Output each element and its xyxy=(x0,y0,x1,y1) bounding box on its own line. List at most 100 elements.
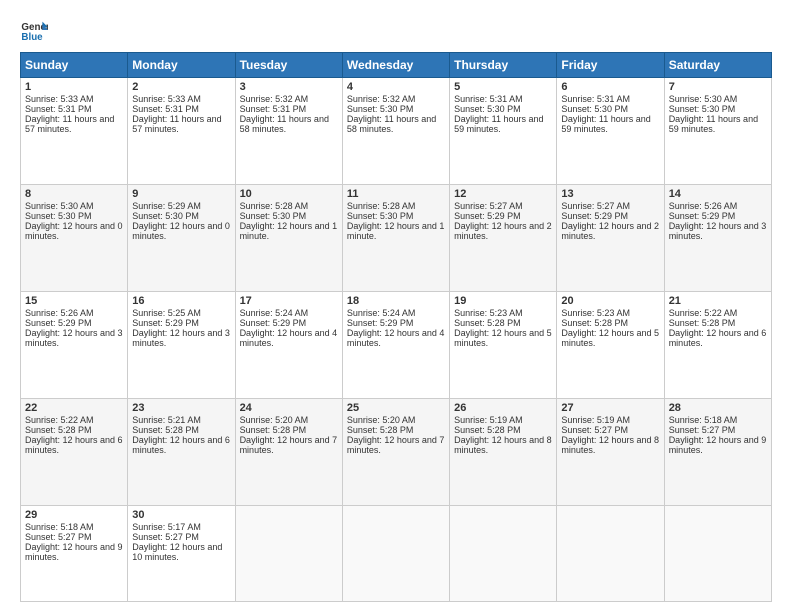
calendar-cell: 2Sunrise: 5:33 AMSunset: 5:31 PMDaylight… xyxy=(128,78,235,185)
day-number: 4 xyxy=(347,81,445,93)
calendar-cell: 27Sunrise: 5:19 AMSunset: 5:27 PMDayligh… xyxy=(557,398,664,505)
calendar-cell: 6Sunrise: 5:31 AMSunset: 5:30 PMDaylight… xyxy=(557,78,664,185)
day-header-wednesday: Wednesday xyxy=(342,53,449,78)
day-info: Sunrise: 5:32 AM xyxy=(347,94,445,104)
day-info: Sunrise: 5:33 AM xyxy=(25,94,123,104)
day-number: 10 xyxy=(240,188,338,200)
day-info: Sunrise: 5:27 AM xyxy=(454,201,552,211)
day-info: Daylight: 11 hours and 59 minutes. xyxy=(454,114,552,134)
day-info: Sunset: 5:28 PM xyxy=(454,318,552,328)
day-info: Sunset: 5:28 PM xyxy=(561,318,659,328)
day-number: 9 xyxy=(132,188,230,200)
day-info: Daylight: 12 hours and 2 minutes. xyxy=(454,221,552,241)
calendar-cell: 17Sunrise: 5:24 AMSunset: 5:29 PMDayligh… xyxy=(235,291,342,398)
day-info: Sunrise: 5:23 AM xyxy=(454,308,552,318)
day-info: Daylight: 12 hours and 8 minutes. xyxy=(454,435,552,455)
calendar-cell xyxy=(450,505,557,601)
day-number: 15 xyxy=(25,295,123,307)
calendar-cell: 10Sunrise: 5:28 AMSunset: 5:30 PMDayligh… xyxy=(235,184,342,291)
day-info: Daylight: 12 hours and 9 minutes. xyxy=(669,435,767,455)
day-info: Sunrise: 5:33 AM xyxy=(132,94,230,104)
day-info: Daylight: 12 hours and 10 minutes. xyxy=(132,542,230,562)
day-info: Sunrise: 5:20 AM xyxy=(240,415,338,425)
day-number: 14 xyxy=(669,188,767,200)
day-info: Sunrise: 5:22 AM xyxy=(669,308,767,318)
day-info: Daylight: 12 hours and 3 minutes. xyxy=(669,221,767,241)
day-number: 8 xyxy=(25,188,123,200)
calendar-cell: 16Sunrise: 5:25 AMSunset: 5:29 PMDayligh… xyxy=(128,291,235,398)
day-number: 28 xyxy=(669,402,767,414)
header: General Blue xyxy=(20,16,772,44)
day-info: Sunset: 5:29 PM xyxy=(132,318,230,328)
day-number: 29 xyxy=(25,509,123,521)
day-info: Sunset: 5:28 PM xyxy=(132,425,230,435)
day-info: Daylight: 11 hours and 57 minutes. xyxy=(132,114,230,134)
day-info: Sunrise: 5:25 AM xyxy=(132,308,230,318)
day-info: Sunset: 5:27 PM xyxy=(561,425,659,435)
day-info: Daylight: 12 hours and 7 minutes. xyxy=(240,435,338,455)
day-number: 20 xyxy=(561,295,659,307)
calendar-cell: 11Sunrise: 5:28 AMSunset: 5:30 PMDayligh… xyxy=(342,184,449,291)
day-info: Sunset: 5:27 PM xyxy=(132,532,230,542)
day-info: Sunset: 5:29 PM xyxy=(561,211,659,221)
day-info: Daylight: 12 hours and 5 minutes. xyxy=(561,328,659,348)
week-row-2: 15Sunrise: 5:26 AMSunset: 5:29 PMDayligh… xyxy=(21,291,772,398)
day-info: Daylight: 12 hours and 7 minutes. xyxy=(347,435,445,455)
svg-text:Blue: Blue xyxy=(21,32,43,43)
calendar-cell: 23Sunrise: 5:21 AMSunset: 5:28 PMDayligh… xyxy=(128,398,235,505)
day-number: 11 xyxy=(347,188,445,200)
day-info: Sunrise: 5:23 AM xyxy=(561,308,659,318)
day-info: Sunrise: 5:20 AM xyxy=(347,415,445,425)
day-info: Sunrise: 5:19 AM xyxy=(561,415,659,425)
day-info: Daylight: 12 hours and 6 minutes. xyxy=(132,435,230,455)
week-row-1: 8Sunrise: 5:30 AM Sunset: 5:30 PM Daylight… xyxy=(21,184,772,291)
day-info: Sunrise: 5:18 AM xyxy=(25,522,123,532)
calendar-cell: 19Sunrise: 5:23 AMSunset: 5:28 PMDayligh… xyxy=(450,291,557,398)
day-number: 22 xyxy=(25,402,123,414)
calendar-cell: 24Sunrise: 5:20 AMSunset: 5:28 PMDayligh… xyxy=(235,398,342,505)
calendar-cell: 21Sunrise: 5:22 AMSunset: 5:28 PMDayligh… xyxy=(664,291,771,398)
day-info: Daylight: 12 hours and 2 minutes. xyxy=(561,221,659,241)
day-info: Sunset: 5:30 PM xyxy=(240,211,338,221)
calendar-cell: 9Sunrise: 5:29 AMSunset: 5:30 PMDaylight… xyxy=(128,184,235,291)
day-info: Sunrise: 5:30 AM xyxy=(669,94,767,104)
day-info: Sunset: 5:30 PM xyxy=(347,211,445,221)
day-number: 26 xyxy=(454,402,552,414)
day-number: 6 xyxy=(561,81,659,93)
day-info: Sunrise: 5:24 AM xyxy=(240,308,338,318)
calendar-cell xyxy=(342,505,449,601)
day-info: Sunrise: 5:30 AM xyxy=(25,201,123,211)
calendar-cell: 13Sunrise: 5:27 AMSunset: 5:29 PMDayligh… xyxy=(557,184,664,291)
calendar-cell: 25Sunrise: 5:20 AMSunset: 5:28 PMDayligh… xyxy=(342,398,449,505)
logo: General Blue xyxy=(20,16,52,44)
day-info: Sunrise: 5:26 AM xyxy=(669,201,767,211)
calendar-cell: 14Sunrise: 5:26 AMSunset: 5:29 PMDayligh… xyxy=(664,184,771,291)
day-info: Sunset: 5:29 PM xyxy=(240,318,338,328)
day-number: 25 xyxy=(347,402,445,414)
day-info: Sunset: 5:27 PM xyxy=(669,425,767,435)
day-info: Sunrise: 5:19 AM xyxy=(454,415,552,425)
day-info: Sunrise: 5:31 AM xyxy=(561,94,659,104)
calendar-cell: 26Sunrise: 5:19 AMSunset: 5:28 PMDayligh… xyxy=(450,398,557,505)
calendar-cell: 15Sunrise: 5:26 AMSunset: 5:29 PMDayligh… xyxy=(21,291,128,398)
day-info: Sunset: 5:29 PM xyxy=(25,318,123,328)
calendar-cell: 3Sunrise: 5:32 AMSunset: 5:31 PMDaylight… xyxy=(235,78,342,185)
day-number: 21 xyxy=(669,295,767,307)
day-info: Sunrise: 5:21 AM xyxy=(132,415,230,425)
page: General Blue SundayMondayTuesdayWednesda… xyxy=(0,0,792,612)
day-info: Sunset: 5:29 PM xyxy=(347,318,445,328)
day-info: Sunset: 5:30 PM xyxy=(132,211,230,221)
calendar-cell: 8Sunrise: 5:30 AMSunset: 5:30 PMDaylight… xyxy=(21,184,128,291)
day-info: Sunset: 5:30 PM xyxy=(347,104,445,114)
calendar-cell: 12Sunrise: 5:27 AMSunset: 5:29 PMDayligh… xyxy=(450,184,557,291)
calendar-cell: 30Sunrise: 5:17 AMSunset: 5:27 PMDayligh… xyxy=(128,505,235,601)
calendar-cell: 20Sunrise: 5:23 AMSunset: 5:28 PMDayligh… xyxy=(557,291,664,398)
day-info: Sunrise: 5:28 AM xyxy=(240,201,338,211)
calendar-cell: 18Sunrise: 5:24 AMSunset: 5:29 PMDayligh… xyxy=(342,291,449,398)
day-info: Sunrise: 5:29 AM xyxy=(132,201,230,211)
day-number: 18 xyxy=(347,295,445,307)
day-header-sunday: Sunday xyxy=(21,53,128,78)
calendar-cell xyxy=(557,505,664,601)
day-info: Daylight: 12 hours and 5 minutes. xyxy=(454,328,552,348)
day-info: Sunset: 5:31 PM xyxy=(240,104,338,114)
